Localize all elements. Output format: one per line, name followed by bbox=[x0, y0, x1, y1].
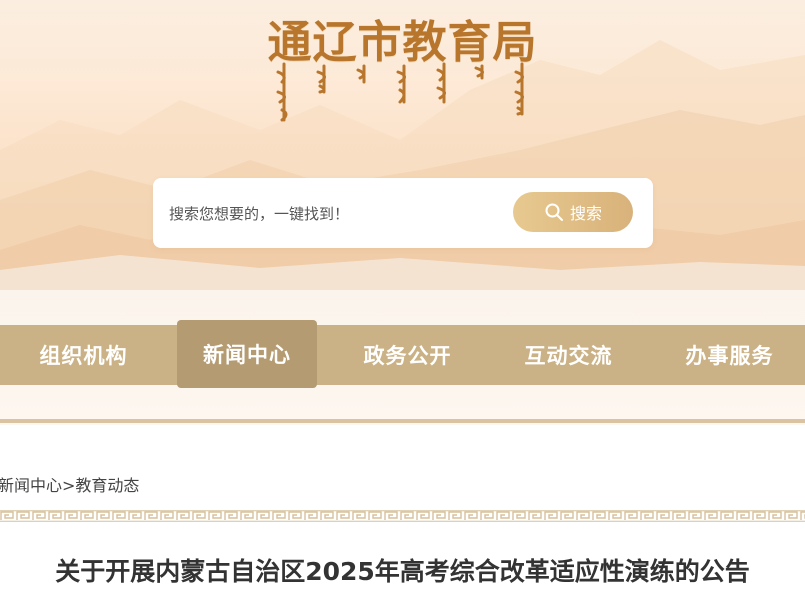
search-button-label: 搜索 bbox=[569, 204, 602, 223]
nav-item-services[interactable]: 办事服务 bbox=[649, 325, 805, 385]
nav-item-label: 互动交流 bbox=[524, 344, 613, 368]
hero-banner: 通辽市教育局 搜索 bbox=[0, 0, 805, 290]
mongolian-script-title bbox=[276, 62, 524, 122]
search-box: 搜索 bbox=[153, 178, 653, 248]
nav-item-interaction[interactable]: 互动交流 bbox=[488, 325, 649, 385]
search-button[interactable]: 搜索 bbox=[513, 192, 633, 232]
nav-item-label: 组织机构 bbox=[39, 344, 128, 368]
search-input[interactable] bbox=[167, 194, 501, 234]
search-icon bbox=[545, 203, 563, 221]
nav-item-label: 办事服务 bbox=[685, 344, 774, 368]
main-nav: 组织机构 新闻中心 政务公开 互动交流 办事服务 bbox=[0, 320, 805, 388]
nav-item-label: 政务公开 bbox=[363, 344, 452, 368]
nav-item-government-affairs[interactable]: 政务公开 bbox=[327, 325, 488, 385]
breadcrumb-link-news-center[interactable]: 新闻中心 bbox=[0, 476, 62, 495]
breadcrumb-separator: > bbox=[62, 476, 76, 495]
article-title: 关于开展内蒙古自治区2025年高考综合改革适应性演练的公告 bbox=[55, 557, 750, 586]
breadcrumb-current[interactable]: 教育动态 bbox=[75, 476, 139, 495]
breadcrumb: 新闻中心>教育动态 bbox=[0, 472, 139, 496]
nav-item-label: 新闻中心 bbox=[203, 343, 291, 367]
nav-item-organization[interactable]: 组织机构 bbox=[3, 325, 164, 385]
fret-pattern-divider bbox=[0, 510, 805, 522]
nav-item-news-center[interactable]: 新闻中心 bbox=[177, 320, 317, 388]
divider bbox=[0, 419, 805, 423]
